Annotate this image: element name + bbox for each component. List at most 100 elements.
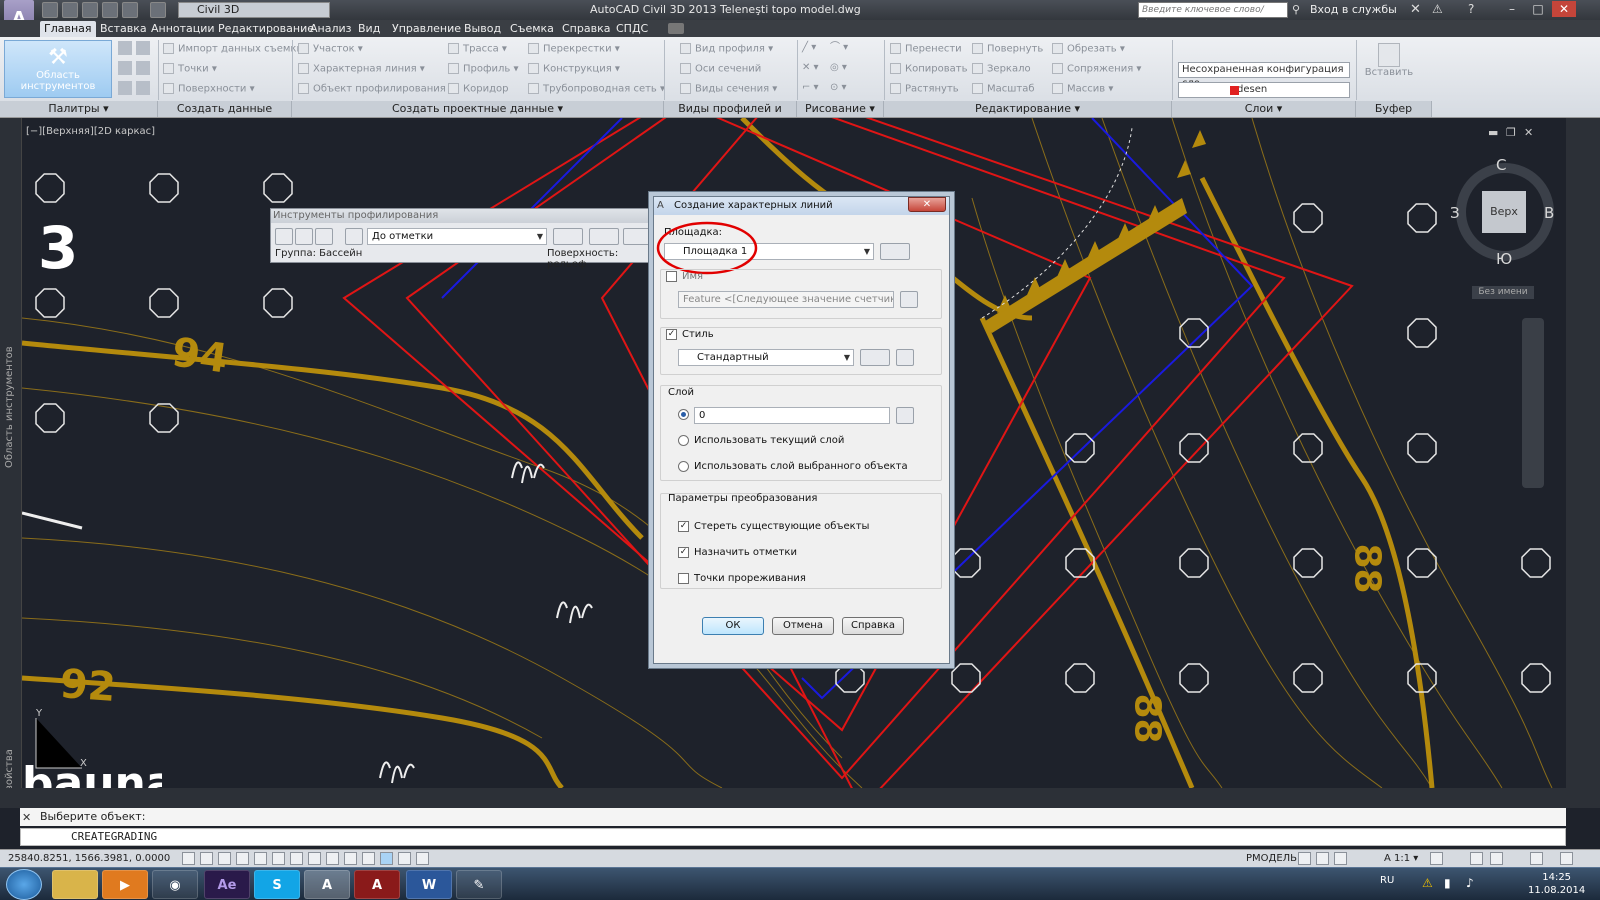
layer-radio-specified[interactable]: [678, 409, 689, 420]
dyn-icon[interactable]: [344, 852, 357, 865]
move-button[interactable]: Перенести: [890, 43, 962, 56]
stretch-button[interactable]: Растянуть: [890, 83, 959, 96]
edit-icon[interactable]: [623, 228, 651, 245]
workspace-select[interactable]: Civil 3D: [178, 2, 330, 18]
sample-lines-button[interactable]: Оси сечений: [680, 63, 761, 76]
word-icon[interactable]: W: [406, 870, 452, 899]
osnap-icon[interactable]: [272, 852, 285, 865]
ribbon-toggle-icon[interactable]: [668, 23, 684, 34]
palette-icon[interactable]: [136, 81, 150, 95]
circle-icon[interactable]: ◎ ▾: [830, 62, 847, 74]
trim-button[interactable]: Обрезать ▾: [1052, 43, 1125, 56]
properties-tab[interactable]: Свойства: [4, 638, 15, 798]
after-effects-icon[interactable]: Ae: [204, 870, 250, 899]
grading-button[interactable]: Объект профилирования ▾: [298, 83, 454, 96]
tab-modify[interactable]: Редактирование: [214, 21, 318, 37]
mirror-button[interactable]: Зеркало: [972, 63, 1031, 76]
layer-state-select[interactable]: Несохраненная конфигурация сло: [1178, 62, 1350, 89]
tab-analyze[interactable]: Анализ: [306, 21, 356, 37]
compass-east[interactable]: В: [1544, 204, 1554, 222]
layer-icon[interactable]: [315, 228, 333, 245]
palette-icon[interactable]: [118, 81, 132, 95]
criteria-icon[interactable]: [345, 228, 363, 245]
autocad-task2-icon[interactable]: A: [354, 870, 400, 899]
system-clock[interactable]: 14:25 11.08.2014: [1528, 871, 1585, 897]
paint-icon[interactable]: ✎: [456, 870, 502, 899]
grading-group-icon[interactable]: [275, 228, 293, 245]
fillet-button[interactable]: Сопряжения ▾: [1052, 63, 1141, 76]
palette-icon[interactable]: [118, 41, 132, 55]
profile-button[interactable]: Профиль ▾: [448, 63, 519, 76]
erase-checkbox[interactable]: ✓: [678, 521, 689, 532]
save-icon[interactable]: [82, 2, 98, 18]
snap-icon[interactable]: [200, 852, 213, 865]
ortho-icon[interactable]: [236, 852, 249, 865]
transparency-icon[interactable]: [380, 852, 393, 865]
3d-osnap-icon[interactable]: [290, 852, 303, 865]
ok-button[interactable]: ОК: [702, 617, 764, 635]
sign-in-button[interactable]: Вход в службы: [1310, 3, 1397, 16]
ducs-icon[interactable]: [326, 852, 339, 865]
feature-line-button[interactable]: Характерная линия ▾: [298, 63, 425, 76]
undo-icon[interactable]: [122, 2, 138, 18]
navigation-bar[interactable]: [1522, 318, 1544, 488]
viewport-minimize-icon[interactable]: ▬: [1488, 126, 1498, 139]
annotation-visibility-icon[interactable]: [1430, 852, 1443, 865]
start-button[interactable]: [6, 869, 42, 900]
palette-icon[interactable]: [136, 61, 150, 75]
media-player-icon[interactable]: ▶: [102, 870, 148, 899]
search-input[interactable]: Введите ключевое слово/фразу: [1138, 2, 1288, 29]
name-checkbox[interactable]: [666, 271, 677, 282]
scale-button[interactable]: Масштаб: [972, 83, 1035, 96]
viewcube-top-face[interactable]: Верх: [1482, 191, 1526, 233]
infer-constraints-icon[interactable]: [182, 852, 195, 865]
toolspace-button[interactable]: ⚒ Область инструментов: [4, 40, 112, 98]
panel-create-design[interactable]: Создать проектные данные ▾: [292, 101, 664, 117]
palette-title[interactable]: Инструменты профилирования: [271, 209, 653, 223]
tab-help[interactable]: Справка: [558, 21, 614, 37]
tab-output[interactable]: Вывод: [460, 21, 505, 37]
panel-layers[interactable]: Слои ▾: [1172, 101, 1356, 117]
qp-icon[interactable]: [398, 852, 411, 865]
open-icon[interactable]: [62, 2, 78, 18]
create-grading-icon[interactable]: [589, 228, 619, 245]
redo-icon[interactable]: [150, 2, 166, 18]
style-checkbox[interactable]: ✓: [666, 329, 677, 340]
grid-icon[interactable]: [218, 852, 231, 865]
tab-view[interactable]: Вид: [354, 21, 384, 37]
help-button[interactable]: Справка: [842, 617, 904, 635]
assign-elevations-checkbox[interactable]: ✓: [678, 547, 689, 558]
tray-network-icon[interactable]: ▮: [1444, 876, 1451, 890]
help-icon[interactable]: ?: [1468, 2, 1474, 16]
layer-pick-icon[interactable]: [896, 407, 914, 424]
copy-button[interactable]: Копировать: [890, 63, 967, 76]
quick-view-icon[interactable]: [1334, 852, 1347, 865]
command-input[interactable]: CREATEGRADING: [20, 828, 1566, 846]
spline-icon[interactable]: ⌐ ▾: [802, 82, 819, 94]
viewport-controls[interactable]: [−][Верхняя][2D каркас]: [26, 126, 155, 137]
line-icon[interactable]: ╱ ▾: [802, 42, 816, 54]
lineweight-icon[interactable]: [362, 852, 375, 865]
panel-create-ground[interactable]: Создать данные рельефа ▾: [158, 101, 292, 131]
palette-icon[interactable]: [136, 41, 150, 55]
points-button[interactable]: Точки ▾: [163, 63, 217, 76]
layer-radio-current[interactable]: [678, 435, 689, 446]
layer-input[interactable]: 0: [694, 407, 890, 424]
compass-south[interactable]: Ю: [1496, 250, 1512, 268]
assembly-button[interactable]: Конструкция ▾: [528, 63, 620, 76]
rotate-button[interactable]: Повернуть: [972, 43, 1043, 56]
print-icon[interactable]: [102, 2, 118, 18]
skype-icon[interactable]: S: [254, 870, 300, 899]
annotation-scale[interactable]: A 1:1 ▾: [1384, 850, 1418, 868]
name-edit-icon[interactable]: [900, 291, 918, 308]
paste-button[interactable]: Вставить: [1363, 43, 1415, 79]
language-indicator[interactable]: RU: [1380, 875, 1394, 886]
chrome-icon[interactable]: ◉: [152, 870, 198, 899]
polyline-icon[interactable]: ✕ ▾: [802, 62, 819, 74]
profile-view-button[interactable]: Вид профиля ▾: [680, 43, 773, 56]
tab-spds[interactable]: СПДС: [612, 21, 652, 37]
section-views-button[interactable]: Виды сечения ▾: [680, 83, 777, 96]
otrack-icon[interactable]: [308, 852, 321, 865]
grading-criteria-select[interactable]: До отметки ▼: [367, 228, 547, 245]
toolbar-lock-icon[interactable]: [1490, 852, 1503, 865]
